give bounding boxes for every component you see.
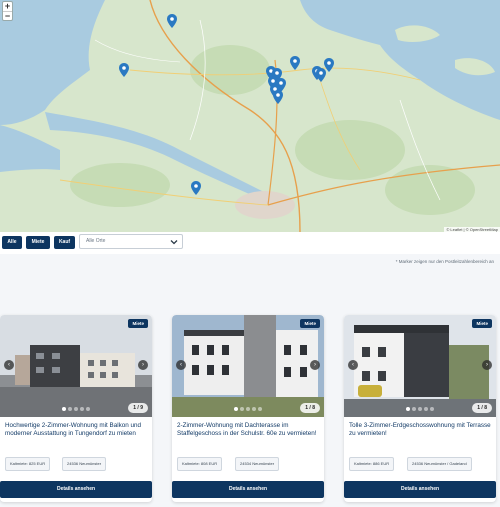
zoom-out-button[interactable]: − [3, 11, 12, 21]
listing-card[interactable]: Miete ‹ › 1 / 8 2-Zimmer-Wohnung mit Dac… [172, 315, 324, 502]
next-image-button[interactable]: › [138, 360, 148, 370]
map-marker-icon[interactable] [290, 56, 300, 70]
zoom-in-button[interactable]: + [3, 2, 12, 11]
map-tiles [0, 0, 500, 232]
listing-title[interactable]: Hochwertige 2-Zimmer-Wohnung mit Balkon … [5, 422, 147, 438]
price-chip: Kaltmiete: 886 EUR [349, 457, 395, 471]
filter-bar: Alle Miete Kauf Alle Orte [0, 232, 500, 254]
listing-title[interactable]: Tolle 3-Zimmer-Erdgeschosswohnung mit Te… [349, 422, 491, 438]
filter-buy-button[interactable]: Kauf [54, 236, 75, 249]
map-marker-icon[interactable] [119, 63, 129, 77]
filter-all-button[interactable]: Alle [2, 236, 22, 249]
image-counter: 1 / 8 [472, 403, 492, 413]
listing-card[interactable]: Miete ‹ › 1 / 8 Tolle 3-Zimmer-Erdgescho… [344, 315, 496, 502]
location-select[interactable]: Alle Orte [79, 234, 183, 249]
offer-type-badge: Miete [472, 319, 492, 328]
filter-rent-button[interactable]: Miete [26, 236, 50, 249]
location-select-value: Alle Orte [86, 238, 106, 244]
offer-type-badge: Miete [300, 319, 320, 328]
map-marker-icon[interactable] [324, 58, 334, 72]
next-image-button[interactable]: › [310, 360, 320, 370]
listing-photo[interactable]: Miete ‹ › 1 / 9 [0, 315, 152, 417]
location-chip: 24534 Neumünster [235, 457, 280, 471]
zoom-control: + − [2, 1, 13, 21]
map-marker-icon[interactable] [273, 90, 283, 104]
next-image-button[interactable]: › [482, 360, 492, 370]
chevron-down-icon [170, 240, 178, 245]
image-counter: 1 / 9 [128, 403, 148, 413]
prev-image-button[interactable]: ‹ [176, 360, 186, 370]
details-button[interactable]: Details ansehen [172, 481, 324, 498]
location-chip: 24536 Neumünster [62, 457, 107, 471]
marker-note: * Marker zeigen nur den Postleitzahlenbe… [395, 259, 494, 264]
location-map[interactable]: + − © Leaflet | © OpenStreetMap [0, 0, 500, 232]
price-chip: Kaltmiete: 825 EUR [5, 457, 51, 471]
listing-photo[interactable]: Miete ‹ › 1 / 8 [172, 315, 324, 417]
prev-image-button[interactable]: ‹ [4, 360, 14, 370]
details-button[interactable]: Details ansehen [0, 481, 152, 498]
image-counter: 1 / 8 [300, 403, 320, 413]
listing-card[interactable]: Miete ‹ › 1 / 9 Hochwertige 2-Zimmer-Woh… [0, 315, 152, 502]
listing-image [344, 315, 496, 417]
location-chip: 24536 Neumünster / Gadeland [407, 457, 472, 471]
listing-image [172, 315, 324, 417]
listing-title[interactable]: 2-Zimmer-Wohnung mit Dachterasse im Staf… [177, 422, 319, 438]
map-marker-icon[interactable] [167, 14, 177, 28]
price-chip: Kaltmiete: 808 EUR [177, 457, 223, 471]
offer-type-badge: Miete [128, 319, 148, 328]
listing-image [0, 315, 152, 417]
listing-photo[interactable]: Miete ‹ › 1 / 8 [344, 315, 496, 417]
map-marker-icon[interactable] [191, 181, 201, 195]
details-button[interactable]: Details ansehen [344, 481, 496, 498]
prev-image-button[interactable]: ‹ [348, 360, 358, 370]
